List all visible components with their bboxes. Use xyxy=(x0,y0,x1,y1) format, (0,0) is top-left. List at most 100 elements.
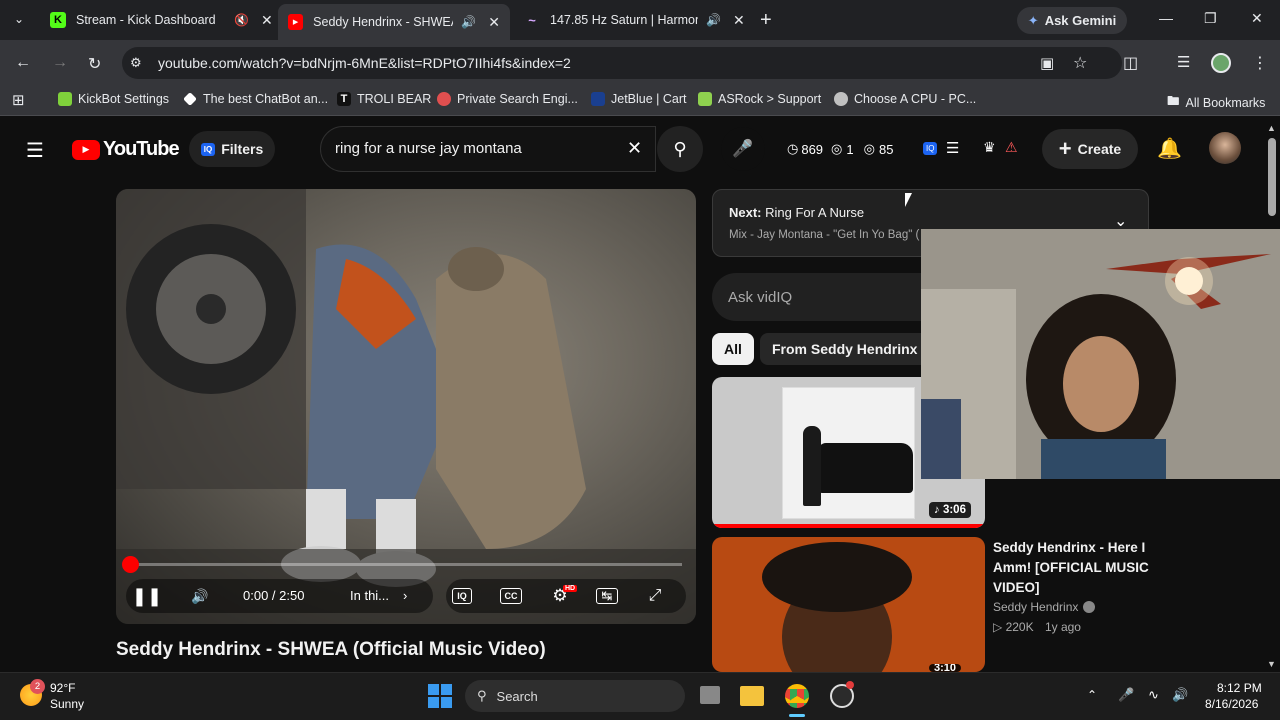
volume-icon[interactable]: 🔊 xyxy=(189,585,211,607)
chip-all[interactable]: All xyxy=(712,333,754,365)
vidiq-player-icon[interactable]: IQ xyxy=(452,588,472,604)
car-shape xyxy=(818,443,913,493)
tab-kick[interactable]: K Stream - Kick Dashboard 🔇 ✕ xyxy=(40,4,283,36)
voice-search-button[interactable]: 🎤 xyxy=(721,127,765,171)
bookmark-star-icon[interactable]: ☆ xyxy=(1073,53,1087,73)
profile-icon[interactable] xyxy=(1211,53,1231,73)
bookmark-icon xyxy=(591,92,605,106)
url-text[interactable]: youtube.com/watch?v=bdNrjm-6MnE&list=RDP… xyxy=(158,55,571,71)
back-icon[interactable]: ← xyxy=(15,54,31,72)
bookmark-item[interactable]: Private Search Engi... xyxy=(437,92,578,106)
bookmark-label: Choose A CPU - PC... xyxy=(854,92,977,106)
youtube-icon: ▶ xyxy=(288,14,304,30)
weather-desc[interactable]: Sunny xyxy=(50,697,84,711)
vidiq-toolbar-icon[interactable]: IQ xyxy=(923,142,938,155)
rec-thumbnail[interactable] xyxy=(712,537,985,672)
clear-search-icon[interactable]: ✕ xyxy=(627,138,642,159)
pause-icon[interactable]: ❚❚ xyxy=(132,585,162,607)
album-art xyxy=(782,387,915,519)
scroll-down-icon[interactable]: ▼ xyxy=(1267,659,1276,669)
notifications-bell-icon[interactable]: 🔔 xyxy=(1157,136,1182,161)
audio-icon[interactable]: 🔊 xyxy=(706,13,721,27)
taskbar-search[interactable]: ⚲ Search xyxy=(465,680,685,712)
youtube-logo[interactable]: ▶ YouTube xyxy=(72,138,180,161)
menu-dots-icon[interactable]: ⋮ xyxy=(1252,53,1268,73)
list-icon[interactable]: ☰ xyxy=(946,139,959,157)
filters-label: Filters xyxy=(221,141,264,157)
extensions-icon[interactable]: ◫ xyxy=(1123,53,1138,73)
minimize-icon[interactable]: — xyxy=(1159,10,1173,26)
tray-chevron-icon[interactable]: ⌃ xyxy=(1087,688,1097,702)
bookmark-item[interactable]: T TROLI BEAR xyxy=(337,92,431,106)
clock-date[interactable]: 8/16/2026 xyxy=(1205,697,1258,711)
tab-search-chevron[interactable]: ⌄ xyxy=(14,12,24,26)
close-tab-icon[interactable]: ✕ xyxy=(733,12,745,29)
plus-icon: + xyxy=(1058,136,1072,161)
chip-from-channel[interactable]: From Seddy Hendrinx xyxy=(760,333,930,365)
speaker-icon[interactable]: 🔊 xyxy=(1172,687,1188,703)
captions-icon[interactable]: CC xyxy=(500,588,522,604)
wifi-icon[interactable]: ∿ xyxy=(1148,687,1159,703)
new-tab-button[interactable]: + xyxy=(760,9,772,32)
bookmark-icon xyxy=(437,92,451,106)
figure-shape xyxy=(803,426,821,506)
bookmark-item[interactable]: KickBot Settings xyxy=(58,92,169,106)
chrome-icon[interactable] xyxy=(785,684,809,708)
bookmark-item[interactable]: Choose A CPU - PC... xyxy=(834,92,976,106)
chevron-down-icon[interactable]: ⌄ xyxy=(1114,211,1127,231)
weather-temp[interactable]: 92°F xyxy=(50,681,75,695)
music-note-icon: ♪ xyxy=(934,504,940,516)
search-input[interactable]: ring for a nurse jay montana xyxy=(335,140,522,157)
tab-saturn[interactable]: ~ 147.85 Hz Saturn | Harmon 🔊 ✕ xyxy=(514,4,755,36)
search-button[interactable]: ⚲ xyxy=(657,126,703,172)
bookmark-item[interactable]: The best ChatBot an... xyxy=(183,92,328,106)
apps-grid-icon[interactable]: ⊞ xyxy=(12,91,25,109)
filters-button[interactable]: IQ Filters xyxy=(189,131,275,167)
restore-icon[interactable]: ❐ xyxy=(1204,10,1217,27)
eye-icon: ◎ xyxy=(831,141,843,156)
site-info-icon[interactable]: ⚙ xyxy=(130,55,142,71)
rec-title[interactable]: Seddy Hendrinx - Here I Amm! [OFFICIAL M… xyxy=(993,538,1153,598)
stat-a: 869 xyxy=(801,141,824,157)
duration-text: 3:06 xyxy=(942,504,966,516)
mic-tray-icon[interactable]: 🎤 xyxy=(1118,687,1134,703)
ask-gemini-button[interactable]: ✦ Ask Gemini xyxy=(1017,7,1127,34)
reload-icon[interactable]: ↻ xyxy=(88,54,101,74)
forward-icon[interactable]: → xyxy=(52,54,68,72)
alert-bell-icon[interactable]: ⚠ xyxy=(1005,139,1018,156)
all-bookmarks[interactable]: 🖿 All Bookmarks xyxy=(1167,92,1265,113)
bookmark-label: JetBlue | Cart xyxy=(611,92,687,106)
audio-icon[interactable]: 🔊 xyxy=(461,15,476,29)
close-tab-icon[interactable]: ✕ xyxy=(488,14,500,31)
close-tab-icon[interactable]: ✕ xyxy=(261,12,273,29)
install-icon[interactable]: ▣ xyxy=(1040,54,1054,72)
hamburger-menu-icon[interactable]: ☰ xyxy=(26,138,44,163)
scrubber-handle[interactable] xyxy=(122,556,139,573)
scrollbar-thumb[interactable] xyxy=(1268,138,1276,216)
avatar[interactable] xyxy=(1209,132,1241,164)
fullscreen-icon[interactable]: ⤢ xyxy=(644,585,666,607)
chapter-button[interactable]: In thi... › xyxy=(350,588,407,603)
bookmark-item[interactable]: JetBlue | Cart xyxy=(591,92,687,106)
video-time: 0:00 / 2:50 xyxy=(243,588,305,603)
kick-icon: K xyxy=(50,12,66,28)
youtube-logo-text: YouTube xyxy=(103,138,180,160)
progress-track[interactable] xyxy=(130,563,682,566)
task-view-icon[interactable] xyxy=(700,686,720,704)
close-window-icon[interactable]: ✕ xyxy=(1251,10,1263,27)
video-player[interactable] xyxy=(116,189,696,624)
clock-time[interactable]: 8:12 PM xyxy=(1217,681,1262,695)
rec-channel[interactable]: Seddy Hendrinx xyxy=(993,600,1096,614)
trophy-icon[interactable]: ♛ xyxy=(983,139,996,156)
bookmark-label: The best ChatBot an... xyxy=(203,92,329,106)
muted-icon[interactable]: 🔇 xyxy=(234,13,249,27)
windows-start-icon[interactable] xyxy=(428,684,452,708)
scroll-up-icon[interactable]: ▲ xyxy=(1267,123,1276,133)
tab-youtube[interactable]: ▶ Seddy Hendrinx - SHWEA (C 🔊 ✕ xyxy=(278,4,510,40)
file-explorer-icon[interactable] xyxy=(740,686,764,706)
bookmark-item[interactable]: ASRock > Support xyxy=(698,92,821,106)
miniplayer-icon[interactable]: ↹ xyxy=(596,588,618,604)
create-button[interactable]: + Create xyxy=(1042,129,1138,169)
bookmark-icon xyxy=(698,92,712,106)
media-control-icon[interactable]: ☰ xyxy=(1177,53,1190,71)
